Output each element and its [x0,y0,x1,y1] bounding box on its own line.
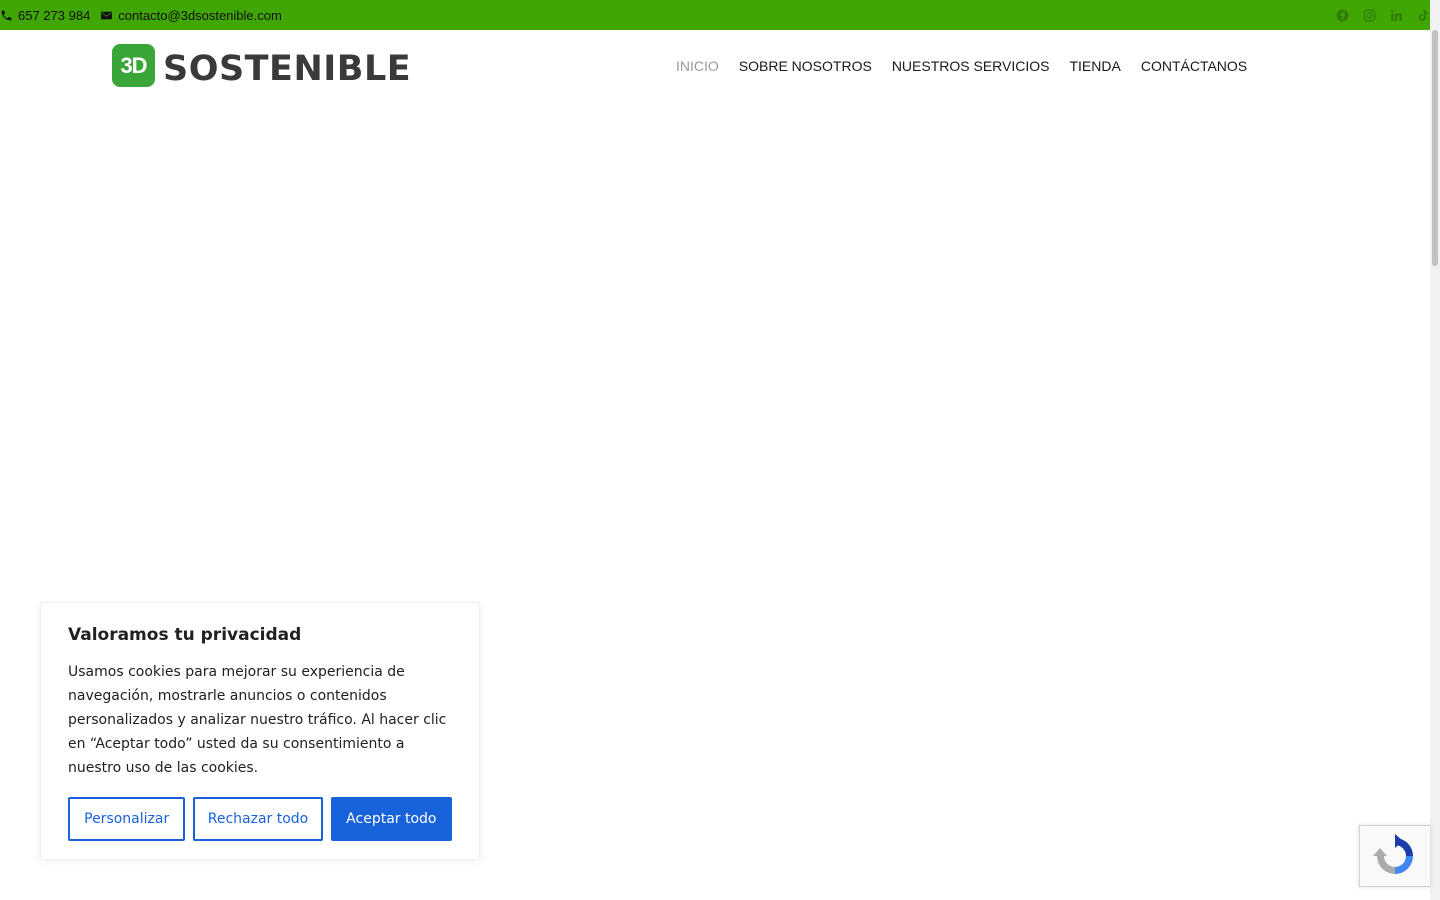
email-link[interactable]: contacto@3dsostenible.com [100,8,282,23]
nav-item-nuestros-servicios[interactable]: NUESTROS SERVICIOS [882,58,1060,74]
nav-item-contactanos[interactable]: CONTÁCTANOS [1131,58,1257,74]
cookie-title: Valoramos tu privacidad [68,625,302,645]
nav-item-tienda[interactable]: TIENDA [1059,58,1130,74]
scrollbar-thumb[interactable] [1432,30,1438,266]
phone-icon [1,10,12,20]
instagram-icon[interactable] [1362,8,1376,22]
accept-all-button[interactable]: Aceptar todo [330,797,452,841]
phone-text: 657 273 984 [18,7,91,23]
envelope-icon [101,11,113,19]
cookie-consent-banner: Valoramos tu privacidad Usamos cookies p… [40,602,480,860]
social-links [1322,0,1430,30]
contact-info: 657 273 984 contacto@3dsostenible.com [0,8,292,23]
site-logo[interactable]: 3D SOSTENIBLE [112,44,411,87]
tiktok-icon[interactable] [1416,8,1430,22]
recaptcha-badge[interactable] [1359,825,1430,887]
nav-item-inicio[interactable]: INICIO [666,58,729,74]
top-bar: 657 273 984 contacto@3dsostenible.com [0,0,1430,30]
logo-badge: 3D [112,44,155,87]
nav-item-sobre-nosotros[interactable]: SOBRE NOSOTROS [729,58,882,74]
main-nav: INICIO SOBRE NOSOTROS NUESTROS SERVICIOS… [666,58,1257,74]
logo-text: SOSTENIBLE [163,49,412,89]
recaptcha-icon [1373,834,1413,874]
phone-link[interactable]: 657 273 984 [0,8,90,23]
cookie-description: Usamos cookies para mejorar su experienc… [68,664,447,776]
linkedin-icon[interactable] [1389,8,1403,22]
page-scrollbar[interactable] [1430,0,1440,900]
facebook-icon[interactable] [1335,8,1349,22]
site-header: 3D SOSTENIBLE INICIO SOBRE NOSOTROS NUES… [0,30,1430,105]
reject-all-button[interactable]: Rechazar todo [193,797,323,841]
cookie-actions: Personalizar Rechazar todo Aceptar todo [68,797,452,841]
customize-button[interactable]: Personalizar [68,797,186,841]
email-text: contacto@3dsostenible.com [118,7,282,23]
